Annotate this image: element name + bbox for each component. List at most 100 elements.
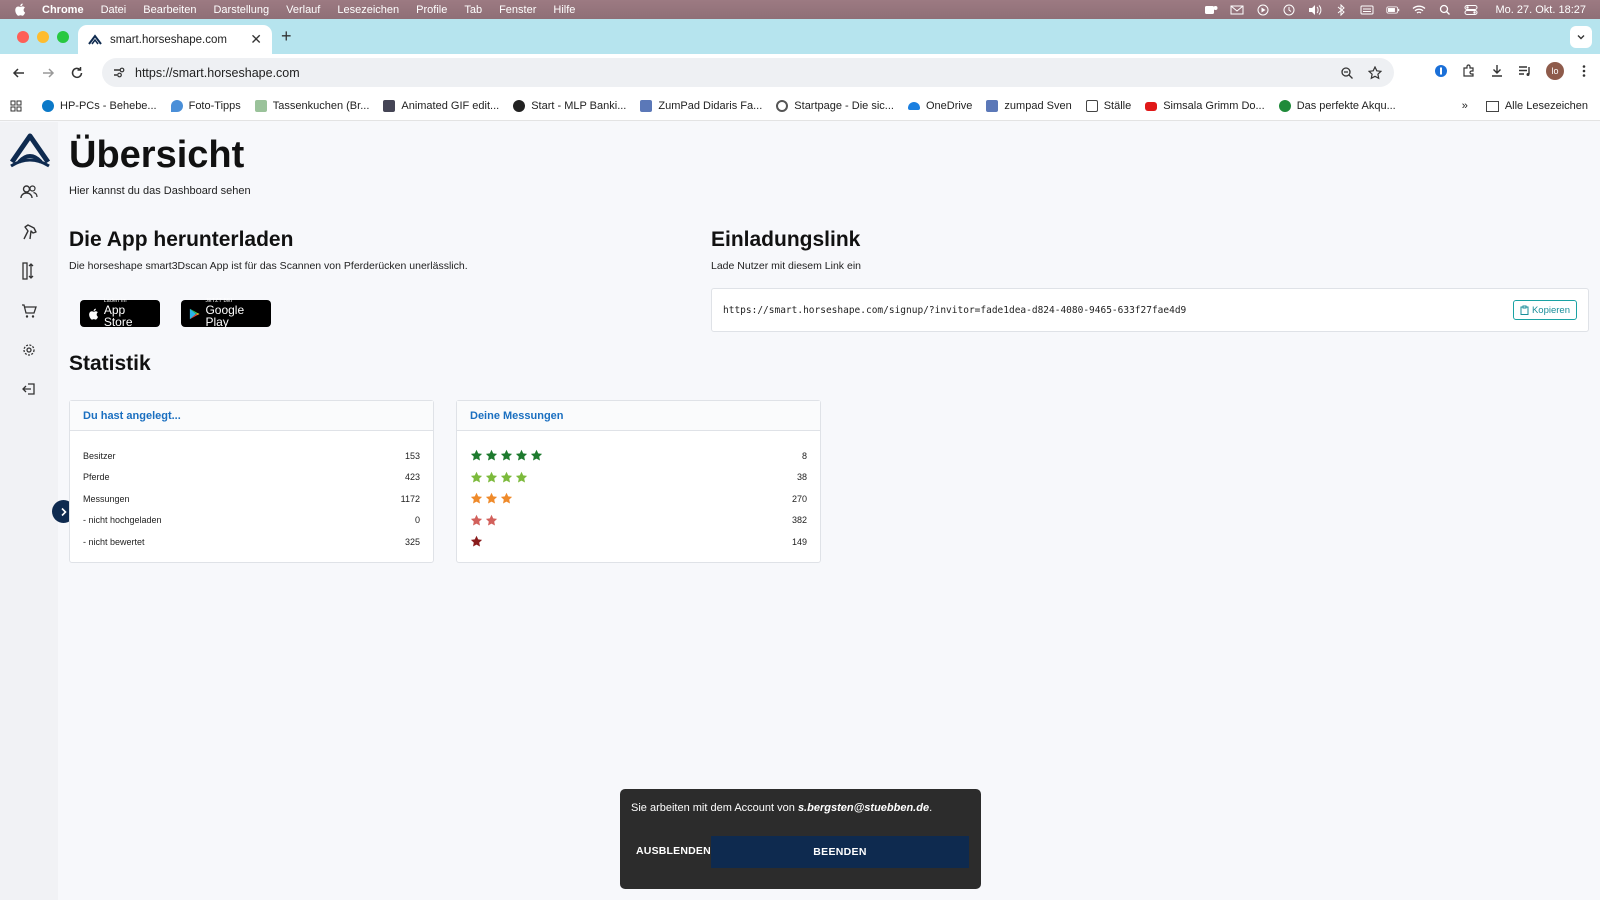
all-bookmarks-button[interactable]: Alle Lesezeichen <box>1485 100 1588 112</box>
cart-icon <box>22 304 37 318</box>
rating-count: 382 <box>791 515 807 526</box>
bookmark-startpage[interactable]: Startpage - Die sic... <box>776 100 894 112</box>
bookmark-simsala[interactable]: Simsala Grimm Do... <box>1145 100 1265 112</box>
hide-button[interactable]: AUSBLENDEN <box>636 845 711 857</box>
users-icon <box>20 185 38 199</box>
star-icon <box>470 493 483 504</box>
menu-hilfe[interactable]: Hilfe <box>553 4 575 16</box>
apple-icon <box>89 308 99 320</box>
bluetooth-icon[interactable] <box>1334 3 1348 16</box>
bookmark-staelle[interactable]: Ställe <box>1085 100 1131 112</box>
stat-value: 153 <box>404 450 420 461</box>
star-icon <box>470 450 483 461</box>
zoom-icon[interactable] <box>1340 66 1354 80</box>
copy-button[interactable]: Kopieren <box>1512 300 1577 320</box>
map-pin-icon <box>170 100 183 112</box>
tab-search-button[interactable] <box>1570 26 1592 48</box>
gear-icon <box>23 344 35 356</box>
bookmark-zumpad-sven[interactable]: zumpad Sven <box>986 100 1072 112</box>
volume-icon[interactable] <box>1308 4 1322 16</box>
bookmark-animated-gif[interactable]: Animated GIF edit... <box>383 100 499 112</box>
table-row: Pferde 423 <box>83 467 420 489</box>
keyboard-icon[interactable] <box>1360 4 1374 16</box>
new-tab-button[interactable]: + <box>281 26 292 47</box>
apps-grid-icon[interactable] <box>10 100 22 112</box>
bookmark-onedrive[interactable]: OneDrive <box>907 100 972 112</box>
ruler-icon <box>22 262 34 280</box>
star-icon <box>470 471 483 483</box>
bookmark-star-icon[interactable] <box>1368 65 1382 80</box>
toast-message: Sie arbeiten mit dem Account von s.bergs… <box>631 802 933 814</box>
apple-icon[interactable] <box>14 3 26 16</box>
horseshape-logo[interactable] <box>9 132 51 168</box>
bookmark-mlp[interactable]: Start - MLP Banki... <box>513 100 626 112</box>
more-bookmarks-button[interactable]: » <box>1462 100 1468 112</box>
end-session-button[interactable]: BEENDEN <box>711 836 969 868</box>
spotlight-icon[interactable] <box>1438 4 1452 16</box>
menu-verlauf[interactable]: Verlauf <box>286 4 320 16</box>
star-icon <box>530 450 543 461</box>
invite-link-url[interactable]: https://smart.horseshape.com/signup/?inv… <box>723 305 1186 316</box>
mail-icon[interactable] <box>1230 4 1244 16</box>
sidebar-item-settings[interactable] <box>20 341 38 359</box>
forward-button[interactable] <box>37 62 59 84</box>
minimize-window-button[interactable] <box>37 31 49 43</box>
download-icon[interactable] <box>1490 64 1504 78</box>
menu-darstellung[interactable]: Darstellung <box>213 4 269 16</box>
maximize-window-button[interactable] <box>57 31 69 43</box>
address-bar[interactable]: https://smart.horseshape.com <box>102 58 1394 87</box>
p-badge-icon <box>1278 100 1291 112</box>
sidebar-item-horses[interactable] <box>20 223 38 241</box>
password-manager-icon[interactable] <box>1434 64 1448 78</box>
star-icon <box>515 450 528 461</box>
teams-icon[interactable] <box>1204 4 1218 16</box>
sidebar-item-shop[interactable] <box>20 302 38 320</box>
star-icon <box>485 493 498 504</box>
site-info-icon[interactable] <box>112 66 125 79</box>
more-menu-icon[interactable] <box>1578 64 1590 78</box>
menubar-status-area: Mo. 27. Okt. 18:27 <box>1204 3 1587 16</box>
youtube-icon <box>1145 101 1158 111</box>
bookmark-zumpad-didaris[interactable]: ZumPad Didaris Fa... <box>640 100 762 112</box>
sidebar-item-measurements[interactable] <box>20 262 38 280</box>
cup-icon <box>254 100 267 112</box>
page-subtitle: Hier kannst du das Dashboard sehen <box>69 185 251 197</box>
rating-row: 38 <box>470 467 807 489</box>
sidebar-item-users[interactable] <box>20 183 38 201</box>
time-machine-icon[interactable] <box>1282 4 1296 16</box>
bookmark-tassenkuchen[interactable]: Tassenkuchen (Br... <box>254 100 369 112</box>
menu-chrome[interactable]: Chrome <box>42 4 84 16</box>
menu-fenster[interactable]: Fenster <box>499 4 536 16</box>
wifi-icon[interactable] <box>1412 4 1426 16</box>
close-tab-icon[interactable]: ✕ <box>250 31 262 48</box>
control-center-icon[interactable] <box>1464 4 1478 16</box>
menubar-clock[interactable]: Mo. 27. Okt. 18:27 <box>1496 4 1587 16</box>
media-control-icon[interactable] <box>1518 64 1532 78</box>
sidebar-item-logout[interactable] <box>20 380 38 398</box>
search-icon <box>776 100 789 112</box>
reload-button[interactable] <box>66 62 88 84</box>
app-store-button[interactable]: Laden im App Store <box>80 299 160 328</box>
menu-datei[interactable]: Datei <box>101 4 127 16</box>
back-button[interactable] <box>8 62 30 84</box>
extensions-icon[interactable] <box>1462 64 1476 78</box>
play-icon[interactable] <box>1256 4 1270 16</box>
menu-lesezeichen[interactable]: Lesezeichen <box>337 4 399 16</box>
profile-avatar[interactable]: lo <box>1546 62 1564 80</box>
menu-profile[interactable]: Profile <box>416 4 447 16</box>
bookmark-hp[interactable]: HP-PCs - Behebe... <box>42 100 157 112</box>
google-play-button[interactable]: JETZT BEI Google Play <box>181 299 271 328</box>
app-download-heading: Die App herunterladen <box>69 228 294 251</box>
browser-tab[interactable]: smart.horseshape.com ✕ <box>78 25 272 54</box>
bookmark-akquise[interactable]: Das perfekte Akqu... <box>1278 100 1396 112</box>
bookmark-foto-tipps[interactable]: Foto-Tipps <box>170 100 241 112</box>
menu-tab[interactable]: Tab <box>464 4 482 16</box>
stat-label: Pferde <box>83 472 110 483</box>
menu-bearbeiten[interactable]: Bearbeiten <box>143 4 196 16</box>
star-icon <box>500 493 513 504</box>
invite-text: Lade Nutzer mit diesem Link ein <box>711 260 861 272</box>
address-url[interactable]: https://smart.horseshape.com <box>135 66 300 80</box>
stat-value: 1172 <box>400 493 420 504</box>
battery-icon[interactable] <box>1385 4 1400 16</box>
close-window-button[interactable] <box>17 31 29 43</box>
